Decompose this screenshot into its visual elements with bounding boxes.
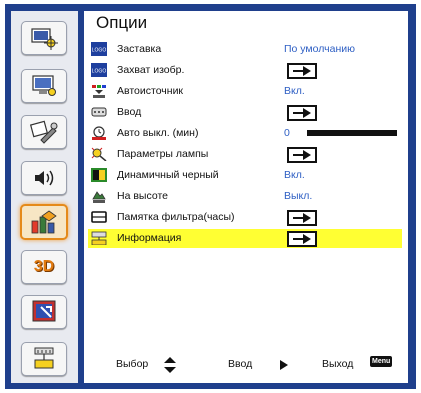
menu-row-label: Памятка фильтра(часы) [117, 211, 235, 223]
display-settings-icon[interactable] [21, 69, 67, 103]
up-down-arrows-icon [164, 357, 176, 373]
menu-row-logo-capture[interactable]: LOGO Захват изобр. [88, 61, 402, 80]
timer-icon [92, 126, 106, 140]
enter-arrow-icon[interactable] [287, 147, 317, 163]
menu-row-information[interactable]: Информация [88, 229, 402, 248]
menu-key-icon: Menu [370, 356, 393, 367]
enter-arrow-icon[interactable] [287, 231, 317, 247]
lamp-icon [91, 147, 107, 161]
menu-row-value: По умолчанию [284, 43, 356, 55]
menu-row-label: Ввод [117, 106, 142, 118]
lan-icon[interactable] [21, 295, 67, 329]
exit-hint-label: Выход [322, 358, 354, 370]
altitude-icon [92, 191, 106, 203]
menu-row-input[interactable]: Ввод [88, 103, 402, 122]
menu-row-auto-source[interactable]: Автоисточник Вкл. [88, 82, 402, 101]
menu-row-label: Динамичный черный [117, 169, 219, 181]
select-hint-label: Выбор [116, 358, 149, 370]
menu-row-label: На высоте [117, 190, 168, 202]
menu-row-value: Вкл. [284, 85, 305, 97]
svg-text:LOGO: LOGO [92, 48, 107, 54]
page-title: Опции [96, 13, 148, 32]
menu-row-high-altitude[interactable]: На высоте Выкл. [88, 187, 402, 206]
auto-source-icon [92, 85, 106, 98]
menu-row-label: Параметры лампы [117, 148, 209, 160]
footer-hints: Выбор Ввод Выход Menu [84, 355, 408, 375]
enter-arrow-icon[interactable] [287, 63, 317, 79]
menu-row-value: Вкл. [284, 169, 305, 181]
menu-row-label: Информация [117, 232, 182, 244]
logo-capture-icon: LOGO [91, 63, 107, 77]
menu-row-lamp-settings[interactable]: Параметры лампы [88, 145, 402, 164]
enter-arrow-icon[interactable] [287, 105, 317, 121]
enter-hint-label: Ввод [228, 358, 253, 370]
menu-row-value: Выкл. [284, 190, 313, 202]
options-panel: Опции LOGO Заставка По умолчанию LOGO За… [84, 11, 408, 383]
menu-row-dynamic-black[interactable]: Динамичный черный Вкл. [88, 166, 402, 185]
category-sidebar: 3D [11, 11, 78, 383]
filter-icon [91, 211, 107, 223]
dynamic-black-icon [91, 168, 107, 182]
enter-arrow-icon[interactable] [287, 210, 317, 226]
svg-text:LOGO: LOGO [92, 69, 107, 75]
menu-row-filter-reminder[interactable]: Памятка фильтра(часы) [88, 208, 402, 227]
setup-settings-icon[interactable] [21, 115, 67, 149]
right-arrow-icon [280, 360, 288, 370]
menu-row-auto-power-off[interactable]: Авто выкл. (мин) 0 [88, 124, 402, 143]
options-icon[interactable] [20, 204, 68, 240]
image-settings-icon[interactable] [21, 21, 67, 55]
3d-icon[interactable]: 3D [21, 250, 67, 284]
network-icon[interactable] [21, 342, 67, 376]
logo-icon: LOGO [91, 42, 107, 56]
menu-row-value: 0 [284, 127, 290, 139]
3d-label: 3D [33, 258, 55, 275]
menu-row-label: Захват изобр. [117, 64, 185, 76]
menu-row-label: Автоисточник [117, 85, 184, 97]
menu-row-label: Авто выкл. (мин) [117, 127, 199, 139]
input-icon [91, 107, 107, 117]
info-icon [91, 231, 107, 245]
volume-icon[interactable] [21, 161, 67, 195]
auto-off-slider[interactable] [307, 130, 397, 136]
menu-row-label: Заставка [117, 43, 162, 55]
menu-row-logo[interactable]: LOGO Заставка По умолчанию [88, 40, 402, 59]
